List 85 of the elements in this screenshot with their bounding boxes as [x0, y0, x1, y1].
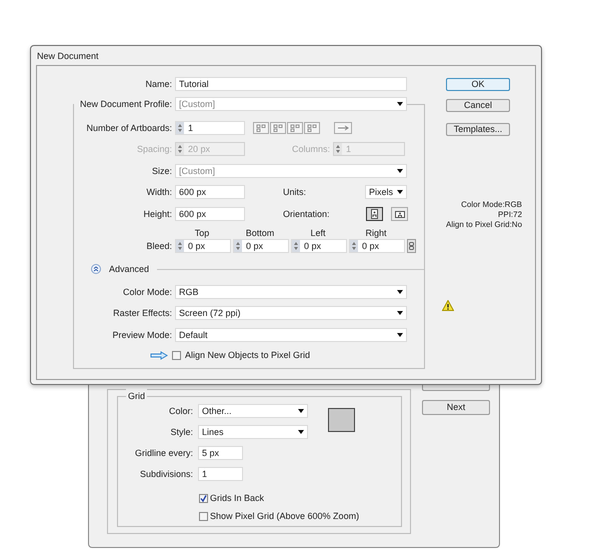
dropdown[interactable]: [Custom]	[175, 97, 407, 111]
checkbox-label: Show Pixel Grid (Above 600% Zoom)	[210, 510, 360, 523]
text-field[interactable]: 600 px	[175, 185, 245, 199]
field-label: Preview Mode:	[111, 329, 173, 342]
text-field[interactable]: 5 px	[198, 446, 243, 460]
arrangement-icon[interactable]	[270, 122, 286, 134]
checkbox[interactable]	[172, 350, 181, 360]
collapse-icon[interactable]	[91, 264, 101, 274]
field-label: Name:	[144, 78, 173, 91]
dialog-button[interactable]: OK	[446, 78, 510, 91]
caret-icon	[397, 290, 403, 294]
checkbox-label: Grids In Back	[210, 492, 264, 505]
stepper-icon	[176, 240, 184, 252]
dropdown[interactable]: Default	[175, 328, 407, 342]
dropdown[interactable]: [Custom]	[175, 164, 407, 178]
portrait-icon	[371, 209, 378, 219]
field-label: Width:	[145, 186, 173, 199]
caret-icon	[397, 169, 403, 173]
caret-icon	[397, 102, 403, 106]
stepper-icon	[176, 122, 184, 134]
check-icon	[200, 494, 207, 502]
column-heading: Top	[194, 228, 210, 238]
dropdown[interactable]: Screen (72 ppi)	[175, 306, 407, 320]
column-heading: Right	[364, 228, 388, 238]
caret-icon	[298, 430, 304, 434]
spinner-field[interactable]: 0 px	[291, 239, 347, 253]
field-label: Orientation:	[283, 208, 331, 221]
stepper-icon	[334, 143, 342, 155]
checkbox-label: Align New Objects to Pixel Grid	[185, 349, 310, 362]
field-label: Columns:	[290, 143, 331, 156]
spinner-field[interactable]: 0 px	[349, 239, 405, 253]
arrow-icon	[150, 350, 168, 360]
section-title: Advanced	[109, 263, 150, 276]
stepper-icon	[350, 240, 358, 252]
window-title: New Document	[36, 50, 100, 63]
spinner-field[interactable]: 1	[175, 121, 245, 135]
checkbox[interactable]	[199, 512, 208, 520]
arrangement-icon[interactable]	[304, 122, 320, 134]
stepper-icon	[292, 240, 300, 252]
column-heading: Bottom	[244, 228, 276, 238]
field-label: Bleed:	[145, 240, 173, 253]
dialog-button[interactable]: Next	[422, 400, 490, 415]
text-field[interactable]: 1	[198, 467, 243, 481]
dropdown[interactable]: Other...	[198, 404, 308, 418]
color-swatch[interactable]	[328, 408, 355, 432]
arrangement-icon[interactable]	[253, 122, 269, 134]
text-field[interactable]: Tutorial	[175, 77, 407, 91]
info-text: Align to Pixel Grid:No	[446, 220, 522, 230]
field-label: Color:	[168, 405, 194, 418]
caret-icon	[298, 409, 304, 413]
warning-icon	[442, 300, 454, 311]
orientation-button[interactable]	[391, 207, 408, 221]
link-button[interactable]	[407, 239, 416, 253]
field-label: Gridline every:	[134, 447, 194, 460]
dropdown[interactable]: Lines	[198, 425, 308, 439]
info-text: PPI:72	[498, 210, 522, 220]
checkbox[interactable]	[199, 494, 208, 502]
field-label: Number of Artboards:	[85, 122, 173, 135]
spinner-field[interactable]: 0 px	[233, 239, 289, 253]
field-label: Units:	[283, 186, 308, 199]
stepper-icon	[234, 240, 242, 252]
chain-icon	[409, 242, 414, 250]
stepper-icon	[176, 143, 184, 155]
arrangement-icon[interactable]	[334, 122, 352, 134]
field-label: Subdivisions:	[138, 468, 194, 481]
dialog-button[interactable]: Templates...	[446, 123, 510, 136]
caret-icon	[397, 311, 403, 315]
landscape-icon	[394, 210, 404, 218]
dropdown[interactable]: Pixels	[365, 185, 407, 199]
orientation-button[interactable]	[366, 207, 383, 221]
field-label: Style:	[169, 426, 194, 439]
spinner-field[interactable]: 0 px	[175, 239, 231, 253]
arrangement-icon[interactable]	[287, 122, 303, 134]
text-field[interactable]: 600 px	[175, 207, 245, 221]
info-text: Color Mode:RGB	[461, 200, 522, 210]
column-heading: Left	[309, 228, 326, 238]
field-label: Spacing:	[136, 143, 173, 156]
caret-icon	[397, 333, 403, 337]
field-label: Color Mode:	[122, 286, 173, 299]
dialog-button[interactable]: Cancel	[446, 99, 510, 112]
field-label: Height:	[142, 208, 173, 221]
caret-icon	[397, 190, 404, 194]
field-label: Size:	[150, 165, 173, 178]
dropdown[interactable]: RGB	[175, 285, 407, 299]
field-label: Raster Effects:	[112, 307, 173, 320]
